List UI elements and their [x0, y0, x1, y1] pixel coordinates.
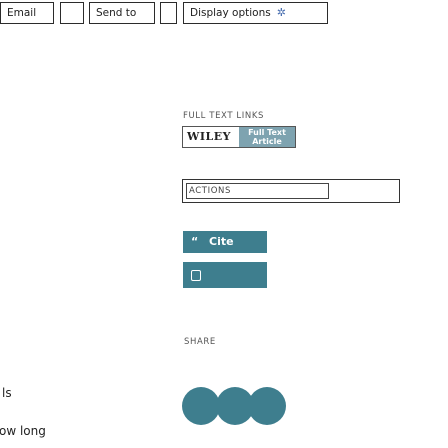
display-options-label: Display options — [190, 7, 271, 19]
quote-icon: “ — [191, 235, 199, 248]
full-text-badge: Full Text Article — [239, 127, 295, 147]
cite-button[interactable]: “ Cite — [183, 231, 267, 253]
share-facebook-button[interactable] — [182, 387, 220, 425]
badge-line-1: Full Text — [248, 128, 286, 137]
send-to-button[interactable]: Send to — [89, 2, 155, 24]
toolbar-spacer-button[interactable] — [60, 2, 84, 24]
display-options-button[interactable]: Display options ✲ — [183, 2, 328, 24]
full-text-links-heading: FULL TEXT LINKS — [183, 111, 264, 121]
send-to-label: Send to — [96, 7, 137, 19]
cite-label: Cite — [209, 235, 234, 248]
gear-icon: ✲ — [276, 6, 286, 19]
actions-section: ACTIONS — [182, 179, 400, 203]
share-email-button[interactable] — [248, 387, 286, 425]
wiley-full-text-link[interactable]: WILEY Full Text Article — [182, 126, 296, 148]
collections-label: Collections — [191, 294, 266, 308]
bookmark-icon — [191, 270, 201, 281]
email-button-label: Email — [7, 7, 37, 19]
left-clipped-text-2: ow long — [0, 424, 46, 438]
actions-heading: ACTIONS — [186, 183, 329, 199]
collections-button[interactable]: Collections — [183, 262, 267, 308]
left-clipped-text-1: ls — [2, 386, 12, 400]
wiley-logo-text: WILEY — [187, 130, 231, 143]
badge-line-2: Article — [252, 137, 282, 146]
toolbar: Email Send to Display options ✲ — [0, 0, 448, 28]
toolbar-spacer-button-2[interactable] — [160, 2, 177, 24]
share-heading: SHARE — [184, 337, 216, 347]
email-button[interactable]: Email — [0, 2, 54, 24]
